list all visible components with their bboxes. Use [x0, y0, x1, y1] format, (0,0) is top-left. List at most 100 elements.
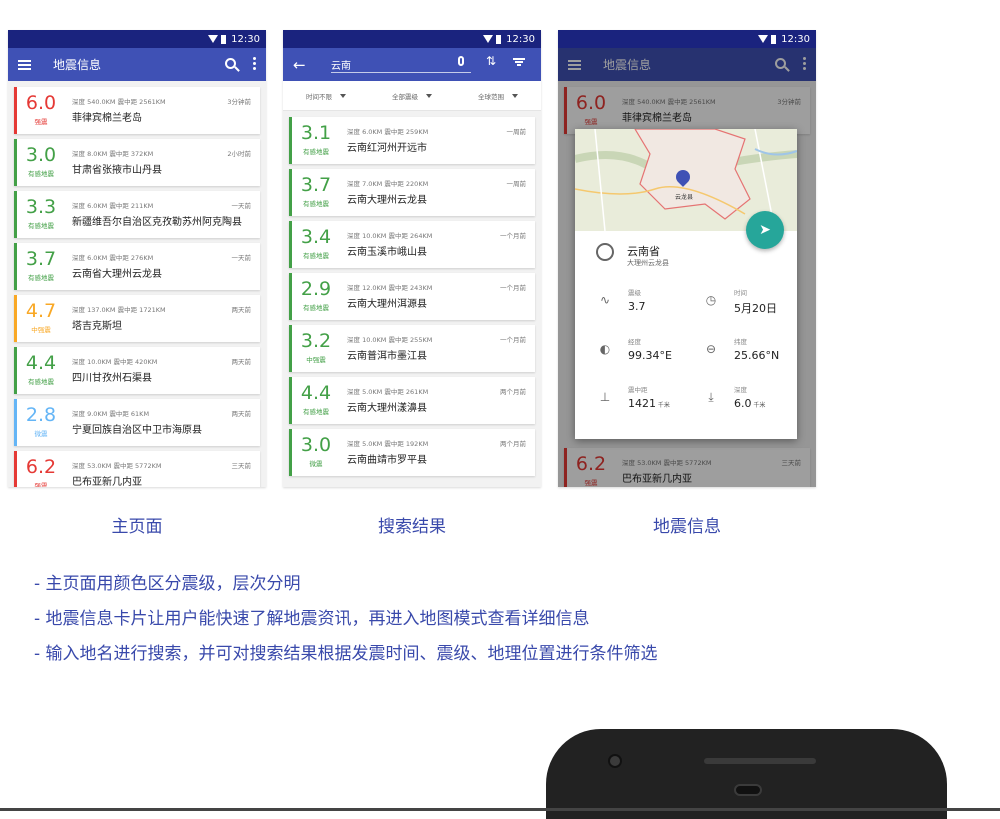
seismic-icon: ∿	[599, 293, 611, 307]
depth-distance: 深度 137.0KM 震中距 1721KM	[72, 306, 166, 314]
sensor	[734, 784, 762, 796]
place-name: 巴布亚新几内亚	[72, 477, 142, 487]
mic-icon[interactable]	[458, 56, 464, 66]
filter-region[interactable]: 全球范围	[478, 91, 518, 101]
depth-distance: 深度 53.0KM 震中距 5772KM	[72, 462, 162, 470]
magnitude-value: 3.7	[300, 174, 332, 196]
place-name: 云南红河州开远市	[347, 143, 427, 154]
filter-magnitude[interactable]: 全部震级	[392, 91, 432, 101]
status-bar: 12:30	[283, 30, 541, 48]
depth-distance: 深度 6.0KM 震中距 211KM	[72, 202, 154, 210]
magnitude-value: 4.7	[25, 300, 57, 322]
chevron-down-icon	[512, 93, 518, 98]
stat-value: 25.66°N	[734, 349, 780, 362]
depth-distance: 深度 9.0KM 震中距 61KM	[72, 410, 150, 418]
home-screen: 12:30 地震信息 6.0 强震 深度 540.0KM 震中距 2561KM 菲律宾…	[8, 30, 266, 487]
menu-icon[interactable]	[18, 59, 31, 70]
depth-distance: 深度 6.0KM 震中距 259KM	[347, 128, 429, 136]
magnitude-value: 4.4	[300, 382, 332, 404]
level-label: 有感地震	[303, 148, 329, 156]
quake-detail-card: 云龙县 ➤ 云南省 大理州云龙县 ∿ 震级 3.7 ◷ 时间 5月20日 ◐ 经度 99.34°…	[575, 129, 797, 439]
app-bar: 地震信息	[8, 48, 266, 81]
longitude-icon: ◐	[599, 342, 611, 356]
list-item[interactable]: 3.3 有感地震 深度 6.0KM 震中距 211KM 新疆维吾尔自治区克孜勒苏州阿克…	[14, 191, 260, 238]
navigate-button[interactable]: ➤	[746, 211, 784, 249]
latitude-icon: ⊖	[705, 342, 717, 356]
filter-time[interactable]: 时间不限	[306, 91, 346, 101]
province-name: 云南省	[627, 245, 660, 258]
sort-icon[interactable]: ⇅	[486, 54, 496, 68]
filter-icon[interactable]	[513, 58, 525, 66]
signal-icon	[483, 34, 502, 44]
level-label: 微震	[309, 460, 323, 468]
level-label: 有感地震	[28, 170, 54, 178]
list-item[interactable]: 4.4 有感地震 深度 10.0KM 震中距 420KM 四川甘孜州石渠县 两天前	[14, 347, 260, 394]
back-arrow-icon[interactable]: ←	[293, 57, 309, 73]
place-name: 菲律宾棉兰老岛	[72, 113, 142, 124]
magnitude-value: 6.0	[25, 92, 57, 114]
depth-distance: 深度 10.0KM 震中距 255KM	[347, 336, 433, 344]
level-label: 强震	[34, 118, 48, 126]
time-ago: 三天前	[231, 462, 252, 470]
magnitude-value: 3.3	[25, 196, 57, 218]
search-bar: ← 云南 ⇅	[283, 48, 541, 81]
caption-search: 搜索结果	[378, 517, 446, 537]
list-item[interactable]: 3.0 微震 深度 5.0KM 震中距 192KM 云南曲靖市罗平县 两个月前	[289, 429, 535, 476]
level-label: 中强震	[306, 356, 326, 364]
status-time: 12:30	[506, 33, 535, 45]
time-ago: 两天前	[231, 306, 252, 314]
more-icon[interactable]	[253, 57, 256, 70]
signal-icon	[208, 34, 227, 44]
status-bar: 12:30	[8, 30, 266, 48]
stat-2: ◐ 经度 99.34°E	[597, 336, 687, 366]
time-ago: 两个月前	[500, 440, 526, 448]
search-icon[interactable]	[225, 58, 236, 69]
depth-distance: 深度 6.0KM 震中距 276KM	[72, 254, 154, 262]
place-name: 甘肃省张掖市山丹县	[72, 165, 162, 176]
level-label: 有感地震	[28, 274, 54, 282]
level-label: 微震	[34, 430, 48, 438]
level-label: 有感地震	[28, 378, 54, 386]
time-ago: 一周前	[506, 128, 527, 136]
stat-3: ⊖ 纬度 25.66°N	[703, 336, 793, 366]
quake-list: 6.0 强震 深度 540.0KM 震中距 2561KM 菲律宾棉兰老岛 3分钟前 3.0…	[8, 81, 266, 487]
place-name: 云南曲靖市罗平县	[347, 455, 427, 466]
chevron-down-icon	[340, 93, 346, 98]
list-item[interactable]: 3.4 有感地震 深度 10.0KM 震中距 264KM 云南玉溪市峨山县 一个月前	[289, 221, 535, 268]
search-input[interactable]: 云南	[331, 57, 471, 73]
time-ago: 两天前	[231, 410, 252, 418]
level-label: 有感地震	[303, 252, 329, 260]
list-item[interactable]: 2.8 微震 深度 9.0KM 震中距 61KM 宁夏回族自治区中卫市海原县 两天前	[14, 399, 260, 446]
depth-distance: 深度 8.0KM 震中距 372KM	[72, 150, 154, 158]
list-item[interactable]: 3.7 有感地震 深度 6.0KM 震中距 276KM 云南省大理州云龙县 一天前	[14, 243, 260, 290]
feature-list: - 主页面用颜色区分震级，层次分明 - 地震信息卡片让用户能快速了解地震资讯，再…	[34, 567, 658, 672]
chevron-down-icon	[426, 93, 432, 98]
place-name: 云南普洱市墨江县	[347, 351, 427, 362]
list-item[interactable]: 3.1 有感地震 深度 6.0KM 震中距 259KM 云南红河州开远市 一周前	[289, 117, 535, 164]
place-name: 云南大理州漾濞县	[347, 403, 427, 414]
stat-unit: 千米	[656, 402, 670, 409]
stat-label: 深度	[734, 386, 747, 394]
list-item[interactable]: 3.2 中强震 深度 10.0KM 震中距 255KM 云南普洱市墨江县 一个月前	[289, 325, 535, 372]
list-item[interactable]: 3.0 有感地震 深度 8.0KM 震中距 372KM 甘肃省张掖市山丹县 2小时前	[14, 139, 260, 186]
list-item[interactable]: 6.2 强震 深度 53.0KM 震中距 5772KM 巴布亚新几内亚 三天前	[14, 451, 260, 487]
level-label: 强震	[34, 482, 48, 487]
search-screen: 12:30 ← 云南 ⇅ 时间不限 全部震级 全球范围 3.1 有感地震 深度 6.…	[283, 30, 541, 487]
feature-item: - 地震信息卡片让用户能快速了解地震资讯，再进入地图模式查看详细信息	[34, 609, 590, 629]
speaker-grille	[704, 758, 816, 764]
magnitude-value: 3.0	[300, 434, 332, 456]
phone-device	[546, 729, 947, 819]
list-item[interactable]: 4.4 有感地震 深度 5.0KM 震中距 261KM 云南大理州漾濞县 两个月前	[289, 377, 535, 424]
level-label: 有感地震	[303, 304, 329, 312]
list-item[interactable]: 3.7 有感地震 深度 7.0KM 震中距 220KM 云南大理州云龙县 一周前	[289, 169, 535, 216]
list-item[interactable]: 4.7 中强震 深度 137.0KM 震中距 1721KM 塔吉克斯坦 两天前	[14, 295, 260, 342]
feature-item: - 输入地名进行搜索，并可对搜索结果根据发震时间、震级、地理位置进行条件筛选	[34, 644, 658, 664]
depth-distance: 深度 540.0KM 震中距 2561KM	[72, 98, 166, 106]
place-name: 云南省大理州云龙县	[72, 269, 162, 280]
place-name: 新疆维吾尔自治区克孜勒苏州阿克陶县	[72, 217, 242, 228]
list-item[interactable]: 2.9 有感地震 深度 12.0KM 震中距 243KM 云南大理州洱源县 一个月前	[289, 273, 535, 320]
stat-value: 3.7	[628, 300, 646, 313]
signal-icon	[758, 34, 777, 44]
list-item[interactable]: 6.0 强震 深度 540.0KM 震中距 2561KM 菲律宾棉兰老岛 3分钟前	[14, 87, 260, 134]
stat-0: ∿ 震级 3.7	[597, 287, 687, 317]
